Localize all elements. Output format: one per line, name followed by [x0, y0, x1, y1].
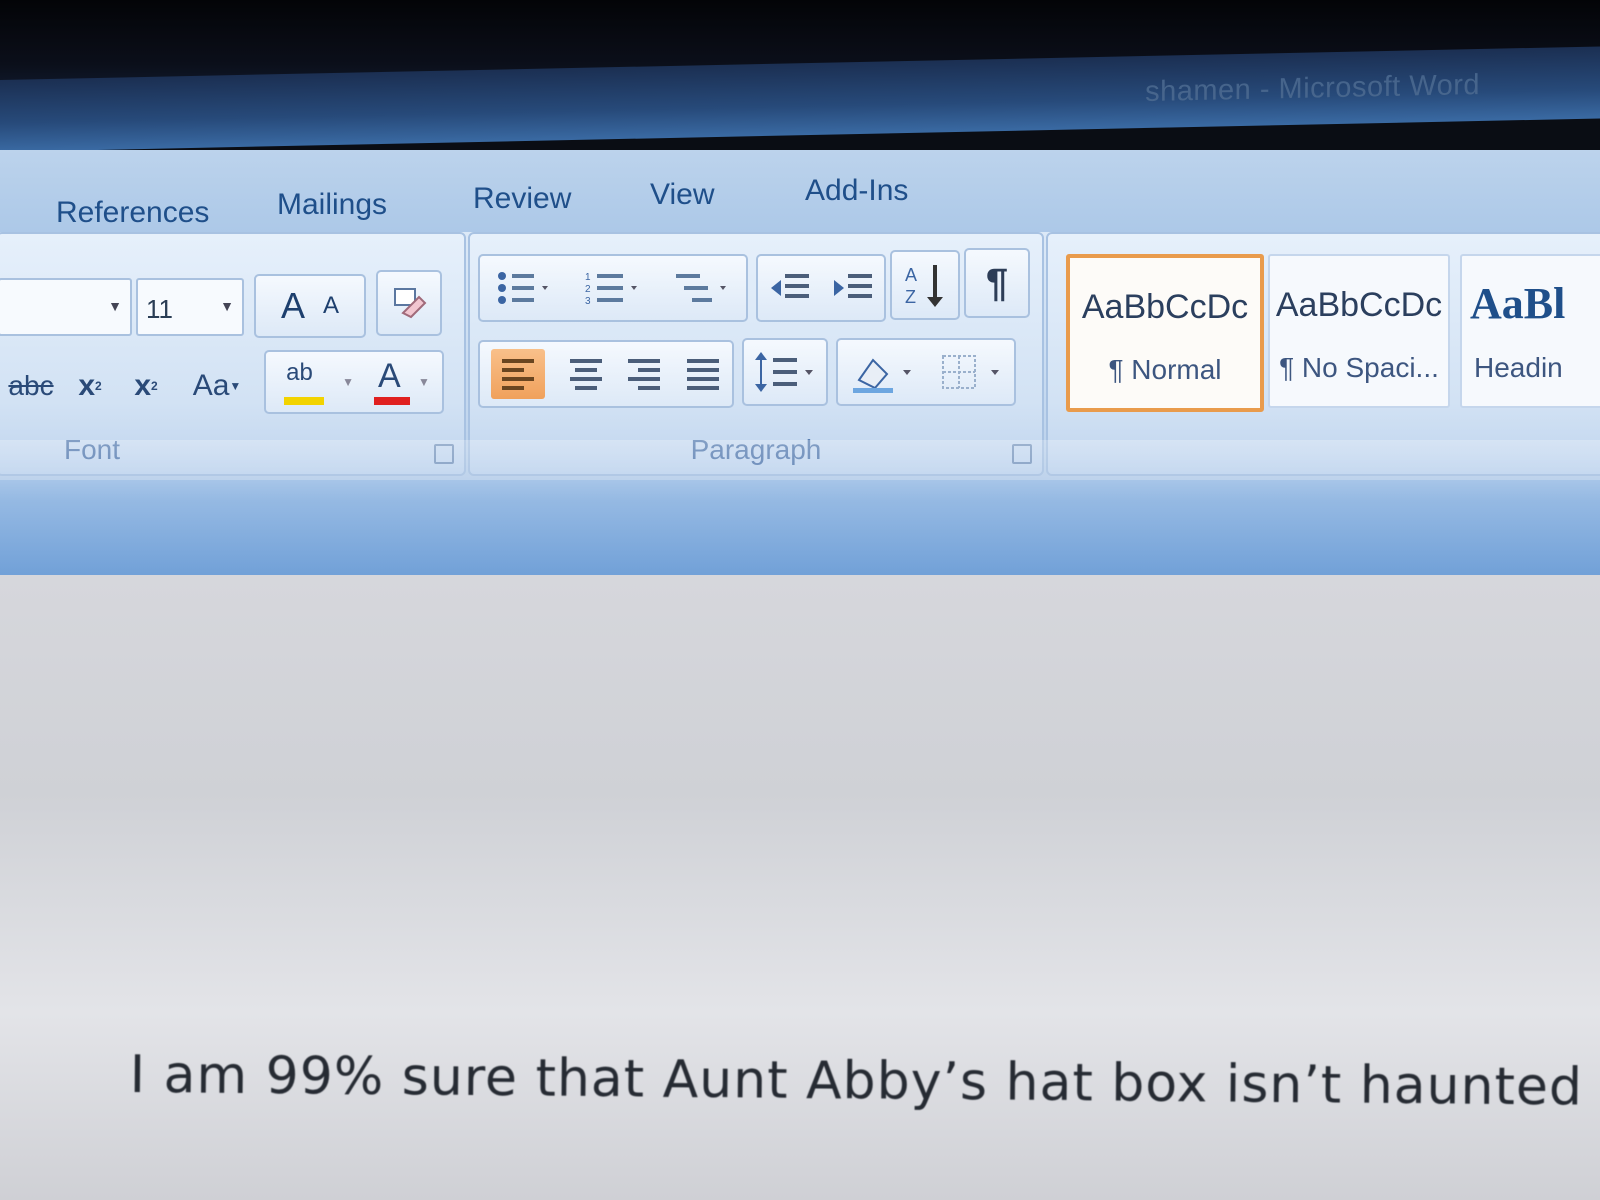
- style-sample: AaBl: [1470, 279, 1566, 328]
- font-dialog-launcher[interactable]: [434, 444, 454, 464]
- borders-icon[interactable]: [937, 350, 1003, 394]
- ribbon-bottom-band: [0, 480, 1600, 580]
- style-name: ¶ No Spaci...: [1279, 352, 1439, 383]
- show-formatting-marks-button[interactable]: ¶: [964, 248, 1030, 318]
- font-size-combo[interactable]: 11 ▼: [136, 278, 244, 336]
- chevron-down-icon: ▼: [342, 375, 354, 389]
- change-case-label: Aa: [192, 369, 230, 402]
- font-color-bar: [374, 397, 410, 405]
- grow-font-button[interactable]: A: [281, 285, 305, 327]
- align-left-button[interactable]: [491, 349, 546, 399]
- change-case-button[interactable]: Aa ▼: [186, 358, 248, 414]
- tab-add-ins[interactable]: Add-Ins: [805, 174, 908, 208]
- style-heading[interactable]: AaBl Headin: [1460, 254, 1600, 408]
- subscript-label: x: [78, 369, 95, 402]
- superscript-button[interactable]: x2: [128, 358, 164, 414]
- tab-references[interactable]: References: [56, 196, 209, 230]
- highlight-icon: ab: [286, 359, 313, 386]
- style-no-spacing[interactable]: AaBbCcDc ¶ No Spaci...: [1268, 254, 1450, 408]
- tab-review[interactable]: Review: [473, 182, 571, 216]
- strikethrough-button[interactable]: abc: [8, 358, 54, 414]
- document-body-text[interactable]: I am 99% sure that Aunt Abby’s hat box i…: [129, 1045, 1583, 1118]
- style-name: Headin: [1474, 352, 1563, 383]
- subscript-button[interactable]: x2: [72, 358, 108, 414]
- svg-text:A: A: [905, 265, 917, 285]
- svg-text:Z: Z: [905, 287, 916, 307]
- chevron-down-icon: ▼: [229, 379, 242, 393]
- alignment-buttons: [478, 340, 734, 408]
- font-size-value: 11: [146, 294, 173, 324]
- sort-az-icon: A Z: [905, 265, 943, 307]
- font-group: ▼ 11 ▼ A A abc x2 x2 Aa ▼ ab ▼ A ▼ Font: [0, 232, 466, 476]
- chevron-down-icon: ▼: [108, 298, 122, 314]
- increase-indent-icon[interactable]: [830, 268, 876, 308]
- sort-button[interactable]: A Z: [890, 250, 960, 320]
- window-title: shamen - Microsoft Word: [1145, 68, 1480, 109]
- line-spacing-icon: [755, 352, 813, 392]
- paragraph-dialog-launcher[interactable]: [1012, 444, 1032, 464]
- svg-text:1: 1: [585, 272, 591, 283]
- multilevel-list-icon[interactable]: [672, 268, 732, 308]
- clear-formatting-button[interactable]: [376, 270, 442, 336]
- justify-icon[interactable]: [685, 357, 721, 391]
- chevron-down-icon: ▼: [418, 375, 430, 389]
- document-page[interactable]: I am 99% sure that Aunt Abby’s hat box i…: [0, 575, 1600, 1200]
- shrink-font-button[interactable]: A: [323, 292, 339, 320]
- style-sample: AaBbCcDc: [1081, 288, 1249, 326]
- style-normal[interactable]: AaBbCcDc ¶ Normal: [1066, 254, 1264, 412]
- line-spacing-button[interactable]: [742, 338, 828, 406]
- bullets-icon[interactable]: [494, 268, 554, 308]
- superscript-label: x: [134, 369, 151, 402]
- style-name: ¶ Normal: [1108, 354, 1222, 385]
- align-right-icon[interactable]: [626, 357, 662, 391]
- tab-mailings[interactable]: Mailings: [277, 188, 387, 222]
- list-buttons: 1 2 3: [478, 254, 748, 322]
- font-color-icon: A: [378, 357, 401, 395]
- chevron-down-icon: ▼: [220, 298, 234, 314]
- paragraph-group-label: Paragraph: [690, 434, 822, 465]
- styles-group: AaBbCcDc ¶ Normal AaBbCcDc ¶ No Spaci...…: [1046, 232, 1600, 476]
- ribbon-tabs: References Mailings Review View Add-Ins: [0, 162, 1600, 232]
- align-center-icon[interactable]: [568, 357, 604, 391]
- numbering-icon[interactable]: 1 2 3: [583, 268, 643, 308]
- highlight-button[interactable]: ab: [278, 357, 338, 407]
- tab-view[interactable]: View: [650, 178, 714, 212]
- svg-text:2: 2: [585, 284, 591, 295]
- shading-border-buttons: [836, 338, 1016, 406]
- ribbon: ▼ 11 ▼ A A abc x2 x2 Aa ▼ ab ▼ A ▼ Font …: [0, 232, 1600, 480]
- paragraph-group: 1 2 3 A Z ¶ Paragraph: [468, 232, 1044, 476]
- svg-text:3: 3: [585, 296, 591, 307]
- font-group-label: Font: [64, 434, 121, 465]
- grow-shrink-buttons: A A: [254, 274, 366, 338]
- font-name-combo[interactable]: ▼: [0, 278, 132, 336]
- eraser-icon: [394, 288, 427, 319]
- decrease-indent-icon[interactable]: [767, 268, 813, 308]
- font-color-button[interactable]: A: [370, 357, 414, 407]
- indent-buttons: [756, 254, 886, 322]
- style-sample: AaBbCcDc: [1275, 286, 1443, 324]
- shading-icon[interactable]: [849, 350, 915, 394]
- highlight-color-bar: [284, 397, 325, 405]
- align-left-icon: [502, 359, 535, 390]
- color-buttons: ab ▼ A ▼: [264, 350, 444, 414]
